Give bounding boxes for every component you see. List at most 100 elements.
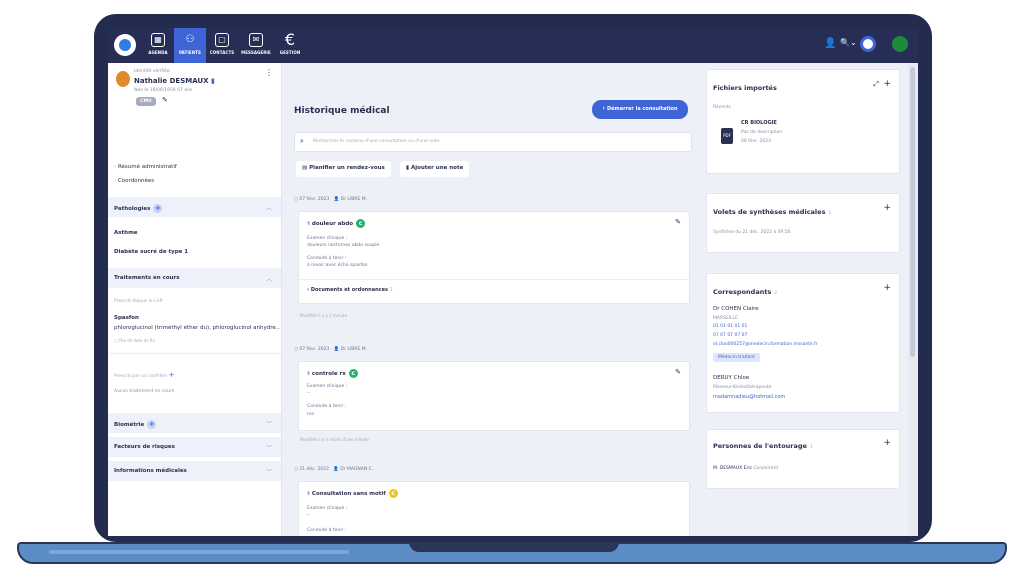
- edit-pencil-icon[interactable]: ✎: [162, 96, 168, 104]
- exam-value: --: [307, 513, 311, 518]
- add-user-icon[interactable]: 👤: [824, 38, 836, 49]
- plan-label: Conduite à tenir :: [307, 404, 347, 409]
- correspondent-city: MARSEILLE: [713, 316, 738, 321]
- card-title: Fichiers importés: [713, 84, 777, 92]
- note-icon: ▮: [406, 165, 410, 171]
- drug-name[interactable]: Spasfon: [114, 315, 139, 321]
- exam-label: Examen clinique :: [307, 506, 348, 511]
- more-menu-icon[interactable]: ⋮: [265, 68, 273, 77]
- email-link[interactable]: id.cloo000257@medecin.formation.mssante.…: [713, 342, 818, 347]
- documents-toggle[interactable]: › Documents et ordonnances 1: [307, 287, 393, 293]
- correspondent-name[interactable]: Dr COHEN Claire: [713, 306, 759, 312]
- scrollbar-thumb[interactable]: [910, 67, 915, 357]
- add-file-button[interactable]: +: [883, 79, 891, 89]
- entourage-card: Personnes de l'entourage 1 + M. DESMAUX E…: [706, 429, 900, 489]
- phone-link[interactable]: 07 07 07 07 07: [713, 333, 747, 338]
- drug-detail: phloroglucinol (triméthyl éther du), phl…: [114, 325, 280, 331]
- section-traitements[interactable]: Traitements en cours ︿: [108, 268, 281, 288]
- nav-gestion[interactable]: € GESTION: [274, 28, 306, 63]
- email-link[interactable]: madamnadieu@hotmail.com: [713, 394, 785, 400]
- add-note-button[interactable]: ▮ Ajouter une note: [400, 161, 470, 177]
- calendar-icon: ▦: [151, 33, 165, 47]
- plan-value: rsa: [307, 412, 314, 417]
- calendar-icon: ▤: [302, 165, 308, 171]
- user-avatar[interactable]: [892, 36, 908, 52]
- file-date: 08 févr. 2023: [741, 139, 771, 144]
- mail-icon: ✉: [249, 33, 263, 47]
- laptop-frame: ▦ AGENDA ⚇ PATIENTS ▢ CONTACTS ✉ MESSAGE…: [94, 14, 932, 542]
- calendar-icon: ▢: [114, 338, 118, 343]
- link-coordonnees[interactable]: › Coordonnées: [114, 178, 154, 184]
- chevron-down-icon[interactable]: ﹀: [266, 443, 272, 452]
- modified-text: Modifiée il y a 1 minute: [300, 313, 348, 318]
- chevron-up-icon[interactable]: ︿: [266, 274, 272, 283]
- plan-label: Conduite à tenir :: [307, 256, 347, 261]
- consultation-card[interactable]: ⚕ Consultation sans motif c Examen cliniq…: [298, 481, 690, 536]
- card-title: Correspondants 2: [713, 288, 778, 296]
- add-pathology-button[interactable]: +: [153, 204, 163, 213]
- phone-link[interactable]: 01 01 01 01 01: [713, 324, 747, 329]
- nav-patients[interactable]: ⚇ PATIENTS: [174, 28, 206, 63]
- app-logo-icon[interactable]: [114, 34, 136, 56]
- divider: [108, 353, 281, 354]
- patients-icon: ⚇: [185, 34, 195, 45]
- laptop-notch: [409, 542, 619, 552]
- chevron-down-icon[interactable]: ﹀: [266, 467, 272, 476]
- search-input[interactable]: ⌕ Rechercher le contenu d'une consultati…: [294, 132, 692, 152]
- chevron-up-icon[interactable]: ︿: [266, 203, 272, 212]
- nav-contacts[interactable]: ▢ CONTACTS: [206, 28, 238, 63]
- nav-messagerie[interactable]: ✉ MESSAGERIE: [240, 28, 272, 63]
- synthesis-item[interactable]: Synthèse du 21 déc. 2022 à 09:56: [713, 230, 791, 235]
- link-resume-admin[interactable]: › Résumé administratif: [114, 164, 177, 170]
- patient-name[interactable]: Nathalie DESMAUX ▮: [134, 77, 215, 85]
- consultation-card[interactable]: ⚕ controle rx c ✎ Examen clinique : -- Co…: [298, 361, 690, 431]
- app-screen: ▦ AGENDA ⚇ PATIENTS ▢ CONTACTS ✉ MESSAGE…: [108, 28, 918, 536]
- entourage-person[interactable]: M. DESMAUX Eric Conjoint(e): [713, 466, 778, 471]
- card-title: Personnes de l'entourage 1: [713, 442, 813, 450]
- scrollbar[interactable]: [908, 63, 918, 536]
- chevron-down-icon[interactable]: ﹀: [266, 419, 272, 428]
- plan-value: a revoir avec écho spasfon: [307, 263, 368, 268]
- consultation-status-badge: c: [348, 369, 358, 378]
- pathology-item: Asthme: [114, 230, 138, 236]
- id-card-icon: ▮: [210, 77, 215, 85]
- start-consultation-button[interactable]: ⚕ Démarrer la consultation: [592, 100, 688, 119]
- consultation-status-badge: c: [388, 489, 398, 498]
- edit-pencil-icon[interactable]: ✎: [675, 218, 681, 226]
- section-pathologies[interactable]: Pathologies + ︿: [108, 197, 281, 217]
- doctor-icon: 👤: [333, 347, 340, 352]
- timeline-date: ○ 21 déc. 2022 👤 Dr MAGNAN C.: [294, 467, 374, 472]
- consultation-card[interactable]: ⚕ douleur abdo c ✎ Examen clinique : doul…: [298, 211, 690, 304]
- no-treatment-text: Aucun traitement en cours: [114, 389, 175, 394]
- nav-agenda[interactable]: ▦ AGENDA: [142, 28, 174, 63]
- file-name[interactable]: CR BIOLOGIE: [741, 120, 777, 126]
- external-prescription[interactable]: Prescrit par un confrère +: [114, 371, 174, 379]
- doctor-icon: 👤: [333, 197, 340, 202]
- correspondent-name[interactable]: DERUY Chloe: [713, 375, 749, 381]
- exam-label: Examen clinique :: [307, 236, 348, 241]
- synthesis-card: Volets de synthèses médicales 1 + Synthès…: [706, 193, 900, 253]
- correspondents-card: Correspondants 2 + Dr COHEN Claire MARSEI…: [706, 273, 900, 413]
- laptop-highlight: [49, 550, 349, 554]
- consultation-status-badge: c: [356, 219, 366, 228]
- add-correspondent-button[interactable]: +: [883, 283, 891, 293]
- divider: [299, 279, 689, 280]
- add-icon[interactable]: +: [168, 371, 174, 379]
- pdf-file-icon[interactable]: PDF: [721, 128, 733, 144]
- stethoscope-icon: ⚕: [307, 491, 310, 497]
- add-synthesis-button[interactable]: +: [883, 203, 891, 213]
- section-facteurs-risques[interactable]: Facteurs de risques ﹀: [108, 437, 281, 457]
- status-avatar[interactable]: [860, 36, 876, 52]
- expand-icon[interactable]: ⤢: [873, 80, 879, 89]
- section-biometrie[interactable]: Biométrie + ﹀: [108, 413, 281, 433]
- add-biometrie-button[interactable]: +: [147, 420, 157, 429]
- plan-appointment-button[interactable]: ▤ Planifier un rendez-vous: [296, 161, 391, 177]
- section-informations-medicales[interactable]: Informations médicales ﹀: [108, 461, 281, 481]
- patient-birth: Née le 18/06/1956 67 ans: [134, 88, 193, 93]
- add-person-button[interactable]: +: [883, 438, 891, 448]
- exam-value: douleurs nocturnes abdo souple: [307, 243, 380, 248]
- doctor-icon: 👤: [333, 467, 339, 472]
- edit-pencil-icon[interactable]: ✎: [675, 368, 681, 376]
- lap-label: Prescrit depuis le LAP: [114, 299, 163, 304]
- search-dropdown-icon[interactable]: 🔍⌄: [840, 38, 857, 47]
